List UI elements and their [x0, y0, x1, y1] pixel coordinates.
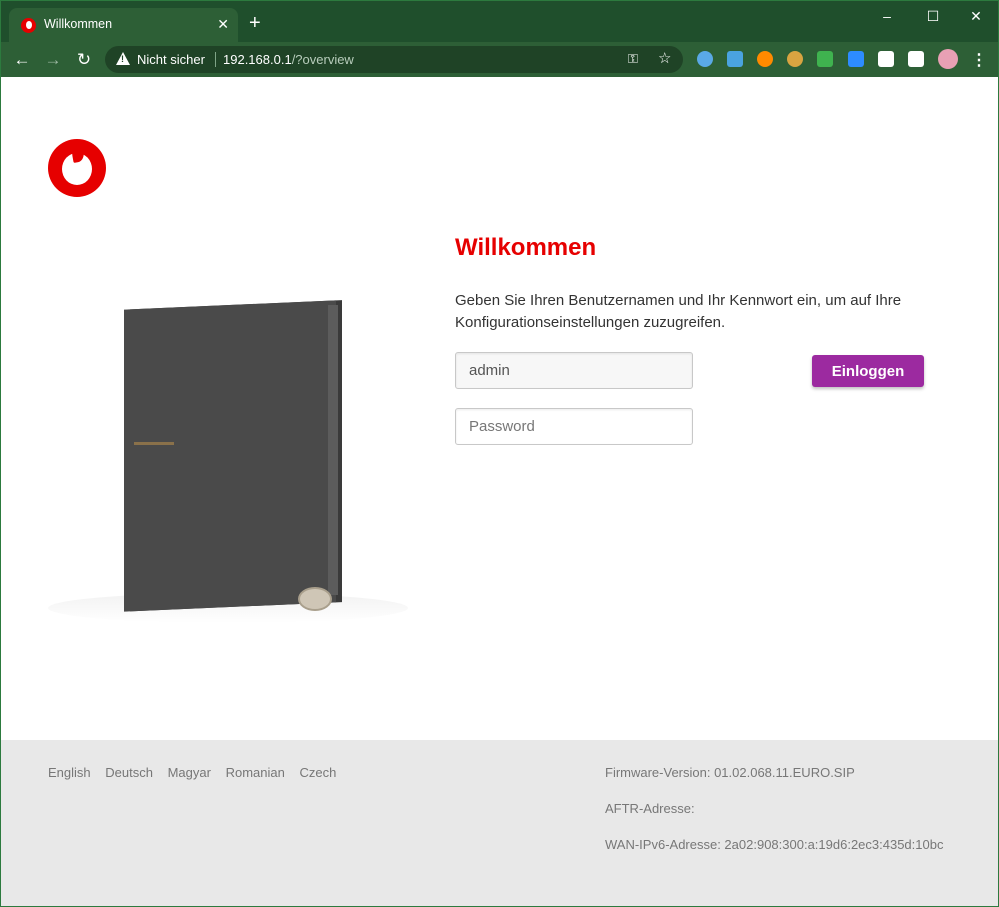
back-button[interactable]: ← [11, 49, 33, 71]
tab-title: Willkommen [44, 17, 113, 31]
browser-menu-icon[interactable]: ⋮ [971, 50, 987, 70]
login-instructions: Geben Sie Ihren Benutzernamen und Ihr Ke… [455, 292, 902, 331]
star-icon[interactable]: ☆ [658, 49, 671, 67]
router-image [48, 297, 408, 627]
aftr-address: AFTR-Adresse: [605, 801, 695, 816]
language-english[interactable]: English [48, 765, 91, 780]
browser-window: Willkommen ✕ + – ☐ ✕ ← → ↻ Nicht sicher … [0, 0, 999, 907]
tab-willkommen[interactable]: Willkommen ✕ [9, 8, 238, 42]
footer: English Deutsch Magyar Romanian Czech Fi… [1, 740, 998, 906]
new-tab-button[interactable]: + [249, 13, 261, 33]
vodafone-favicon-icon [21, 18, 36, 33]
username-field[interactable] [455, 352, 693, 389]
close-window-button[interactable]: ✕ [953, 5, 998, 27]
language-list: English Deutsch Magyar Romanian Czech [48, 765, 347, 780]
security-label[interactable]: Nicht sicher [137, 52, 205, 67]
extension-icon-4[interactable] [787, 51, 803, 67]
browser-toolbar: ← → ↻ Nicht sicher 192.168.0.1/?overview… [1, 42, 998, 77]
url-host: 192.168.0.1 [223, 52, 292, 67]
address-bar[interactable]: Nicht sicher 192.168.0.1/?overview ⚿ ☆ [105, 46, 683, 73]
page-content: Willkommen Geben Sie Ihren Benutzernamen… [1, 77, 998, 906]
tab-strip: Willkommen ✕ + – ☐ ✕ [1, 1, 998, 42]
tab-close-icon[interactable]: ✕ [217, 15, 229, 33]
extension-icon-3[interactable] [757, 51, 773, 67]
extension-icon-2[interactable] [727, 51, 743, 67]
language-deutsch[interactable]: Deutsch [105, 765, 153, 780]
wan-ipv6-address: WAN-IPv6-Adresse: 2a02:908:300:a:19d6:2e… [605, 837, 944, 852]
forward-button[interactable]: → [42, 49, 64, 71]
key-icon[interactable]: ⚿ [628, 51, 638, 67]
extension-icon-5[interactable] [817, 51, 833, 67]
extension-icon-6[interactable] [848, 51, 864, 67]
device-info: Firmware-Version: 01.02.068.11.EURO.SIP … [605, 765, 943, 873]
extension-icon-1[interactable] [697, 51, 713, 67]
puzzle-icon[interactable] [878, 51, 894, 67]
profile-avatar[interactable] [938, 49, 958, 69]
login-button[interactable]: Einloggen [812, 355, 924, 387]
firmware-version: Firmware-Version: 01.02.068.11.EURO.SIP [605, 765, 855, 780]
language-czech[interactable]: Czech [299, 765, 336, 780]
reload-button[interactable]: ↻ [73, 49, 95, 71]
divider [215, 52, 216, 67]
url-path: /?overview [291, 52, 354, 67]
maximize-button[interactable]: ☐ [910, 5, 956, 27]
password-field[interactable] [455, 408, 693, 445]
vodafone-logo [48, 139, 106, 197]
media-queue-icon[interactable] [908, 51, 924, 67]
language-romanian[interactable]: Romanian [226, 765, 285, 780]
page-title: Willkommen [455, 234, 597, 261]
language-magyar[interactable]: Magyar [168, 765, 211, 780]
url-text[interactable]: 192.168.0.1/?overview [223, 52, 354, 67]
login-panel: Willkommen Geben Sie Ihren Benutzernamen… [455, 234, 955, 445]
minimize-button[interactable]: – [864, 5, 910, 27]
warning-icon [116, 52, 130, 65]
